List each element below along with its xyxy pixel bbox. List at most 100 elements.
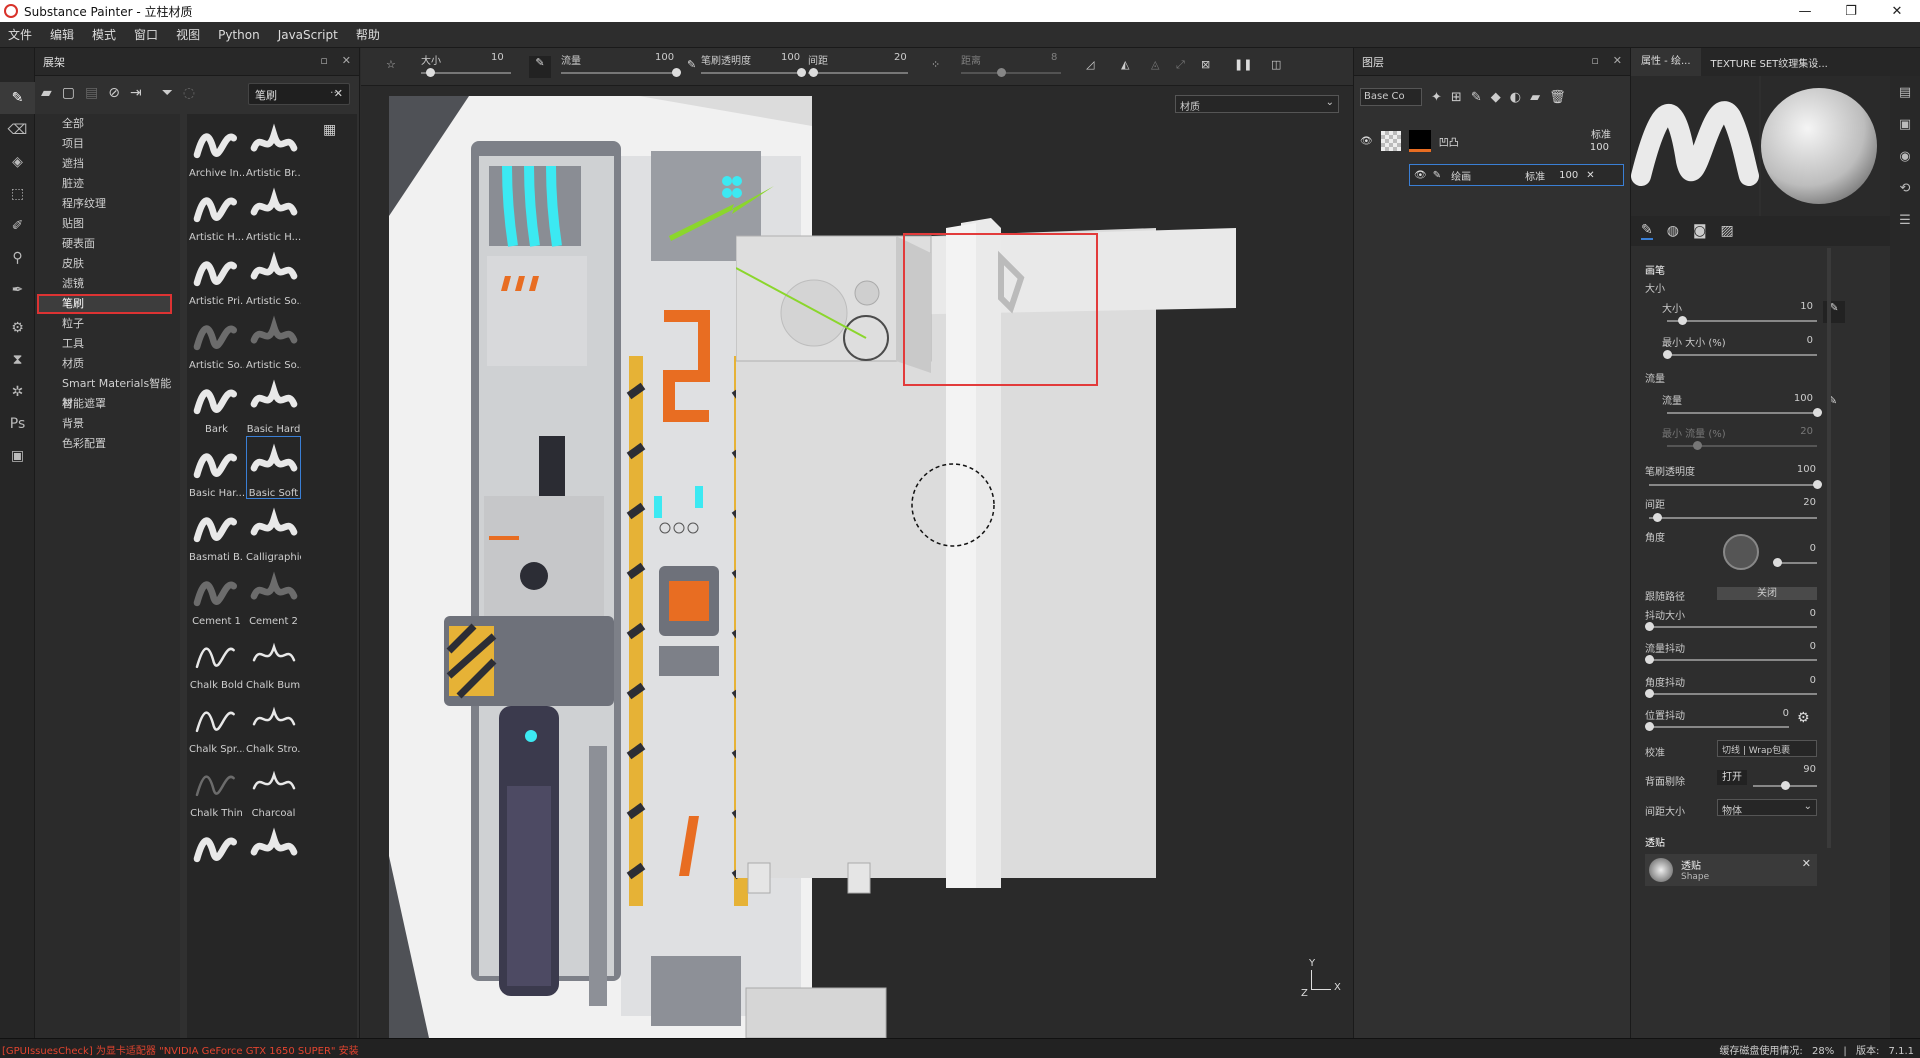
visibility-eye-icon[interactable]: 👁 <box>1414 170 1427 181</box>
plugin-icon[interactable]: ✲ <box>0 376 35 408</box>
brush-item[interactable]: Basmati B... <box>189 500 244 563</box>
toolbar-distance-knob[interactable] <box>997 68 1006 77</box>
spacing-value[interactable]: 20 <box>1776 497 1816 508</box>
brush-item[interactable]: Chalk Stro... <box>246 692 301 755</box>
position-jitter-knob[interactable] <box>1645 722 1654 731</box>
menu-file[interactable]: 文件 <box>8 26 32 43</box>
material-tab-icon[interactable]: ◍ <box>1667 223 1679 239</box>
layer-opacity[interactable]: 100 <box>1559 170 1578 181</box>
brush-item[interactable]: Basic Hard <box>246 372 301 435</box>
min-flow-value[interactable]: 20 <box>1773 426 1813 437</box>
toolbar-spacing-knob[interactable] <box>809 68 818 77</box>
mirror-axis-icon[interactable]: ◬ <box>1151 58 1159 71</box>
toolbar-size-knob[interactable] <box>426 68 435 77</box>
layer-blend-mode[interactable]: 标准 <box>1525 168 1545 183</box>
add-fill-layer-icon[interactable]: ◆ <box>1491 90 1501 105</box>
tab-texture-set[interactable]: TEXTURE SET纹理集设... <box>1701 55 1838 70</box>
add-smart-material-icon[interactable]: ◐ <box>1510 90 1521 105</box>
smudge-tool-icon[interactable]: ✐ <box>0 210 35 242</box>
delete-layer-icon[interactable]: 🗑 <box>1549 90 1566 105</box>
backface-angle-knob[interactable] <box>1781 781 1790 790</box>
brush-item[interactable]: Chalk Bum... <box>246 628 301 691</box>
menu-python[interactable]: Python <box>218 28 260 42</box>
category-item[interactable]: 全部 <box>35 114 180 134</box>
layers-undock-icon[interactable]: ▫ <box>1591 54 1598 67</box>
visibility-eye-icon[interactable]: 👁 <box>1360 136 1373 147</box>
brush-item[interactable]: Cement 1 <box>189 564 244 627</box>
brush-item[interactable]: Artistic So... <box>246 308 301 371</box>
brush-item[interactable]: Archive In... <box>189 116 244 179</box>
minimize-button[interactable]: — <box>1782 0 1828 22</box>
alpha-tab-icon[interactable]: ◙ <box>1693 223 1707 239</box>
lazy-mouse-icon[interactable]: ☆ <box>386 58 396 71</box>
brush-item[interactable]: Calligraphic <box>246 500 301 563</box>
brush-item[interactable]: Cement 2 <box>246 564 301 627</box>
angle-knob[interactable] <box>1773 558 1782 567</box>
pen-pressure-icon[interactable]: ✎ <box>529 56 551 78</box>
toolbar-opacity-knob[interactable] <box>797 68 806 77</box>
hide-mesh-icon[interactable]: ⊠ <box>1201 58 1210 71</box>
log-icon[interactable]: ☰ <box>1890 204 1920 236</box>
close-button[interactable]: ✕ <box>1874 0 1920 22</box>
flow-jitter-value[interactable]: 0 <box>1776 641 1816 652</box>
spacing-size-select[interactable]: 物体 ⌄ <box>1717 799 1817 817</box>
refresh-icon[interactable]: ◌ <box>183 85 195 101</box>
more-options-icon[interactable]: ··· <box>330 86 341 99</box>
transform-icon[interactable]: ⤢ <box>1176 58 1185 72</box>
category-item[interactable]: 遮挡 <box>35 154 180 174</box>
layers-panel-icon[interactable]: ▤ <box>1890 76 1920 108</box>
screenshot-icon[interactable]: ▣ <box>0 440 35 472</box>
category-item[interactable]: 程序纹理 <box>35 194 180 214</box>
brush-item[interactable]: Artistic H... <box>246 180 301 243</box>
size-value[interactable]: 10 <box>1773 301 1813 312</box>
grid-view-icon[interactable]: ▦ <box>323 122 336 138</box>
filter-icon[interactable]: ⏷ <box>162 85 173 101</box>
brush-item[interactable]: Chalk Bold <box>189 628 244 691</box>
hide-icon[interactable]: ⊘ <box>108 85 120 101</box>
hourglass-icon[interactable]: ⧗ <box>0 344 35 376</box>
layer-opacity[interactable]: 100 <box>1590 142 1609 153</box>
save-icon[interactable]: ▤ <box>85 85 98 101</box>
position-jitter-value[interactable]: 0 <box>1749 708 1789 719</box>
channel-select[interactable]: Base Co <box>1360 88 1422 106</box>
size-jitter-knob[interactable] <box>1645 622 1654 631</box>
folder-icon[interactable]: ▰ <box>41 85 52 101</box>
history-icon[interactable]: ⟲ <box>1890 172 1920 204</box>
menu-mode[interactable]: 模式 <box>92 26 116 43</box>
brush-item[interactable]: Artistic Pri... <box>189 244 244 307</box>
category-item[interactable]: 背景 <box>35 414 180 434</box>
add-paint-layer-icon[interactable]: ✎ <box>1471 90 1482 105</box>
backface-toggle[interactable]: 打开 <box>1717 770 1747 785</box>
category-item[interactable]: 脏迹 <box>35 174 180 194</box>
opacity-value[interactable]: 100 <box>1776 464 1816 475</box>
size-knob[interactable] <box>1678 316 1687 325</box>
add-effect-icon[interactable]: ✦ <box>1431 90 1442 105</box>
symmetry-link-icon[interactable]: ⁘ <box>931 58 940 71</box>
brush-item[interactable]: Basic Soft <box>246 436 301 499</box>
brush-item[interactable]: Chalk Thin <box>189 756 244 819</box>
brush-tab-icon[interactable]: ✎ <box>1641 222 1653 240</box>
layer-blend-mode[interactable]: 标准 <box>1591 126 1611 141</box>
toolbar-flow-knob[interactable] <box>672 68 681 77</box>
category-item[interactable]: 智能遮罩 <box>35 394 180 414</box>
angle-dial[interactable] <box>1723 534 1759 570</box>
camera-view-icon[interactable]: ◫ <box>1271 58 1281 71</box>
alignment-select[interactable]: 切线 | Wrap包裹 <box>1717 740 1817 757</box>
flow-value[interactable]: 100 <box>1773 393 1813 404</box>
backface-angle-value[interactable]: 90 <box>1776 764 1816 775</box>
category-item[interactable]: 笔刷 <box>37 294 172 314</box>
3d-viewport[interactable]: ☆ 大小 10 ✎ 流量 100 ✎ 笔刷透明度 100 间距 20 ⁘ 距离 … <box>361 48 1361 1038</box>
pause-icon[interactable]: ❚❚ <box>1234 58 1252 71</box>
viewport-mode-select[interactable]: 材质 ⌄ <box>1175 95 1339 113</box>
angle-value[interactable]: 0 <box>1776 543 1816 554</box>
category-item[interactable]: 贴图 <box>35 214 180 234</box>
brush-item[interactable]: Basic Har... <box>189 436 244 499</box>
menu-window[interactable]: 窗口 <box>134 26 158 43</box>
layer-row[interactable]: 👁 凹凸 标准 100 <box>1354 124 1631 158</box>
undock-icon[interactable]: ▫ <box>320 54 327 67</box>
follow-path-toggle[interactable]: 关闭 <box>1717 587 1817 600</box>
category-item[interactable]: 项目 <box>35 134 180 154</box>
brush-item[interactable]: Artistic Br... <box>246 116 301 179</box>
clone-tool-icon[interactable]: ⚲ <box>0 242 35 274</box>
menu-help[interactable]: 帮助 <box>356 26 380 43</box>
